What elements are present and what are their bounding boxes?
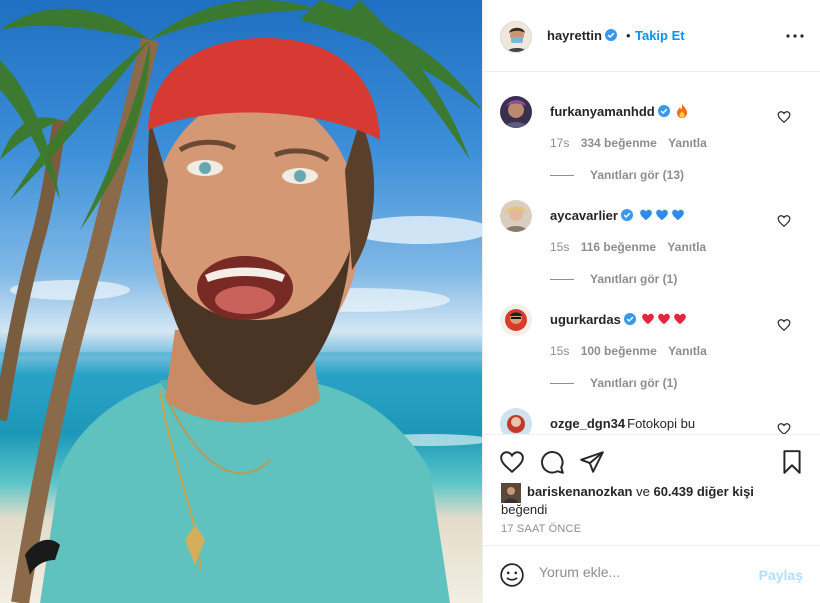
add-comment-bar: Paylaş	[483, 545, 820, 603]
verified-badge-icon	[620, 209, 633, 221]
red-heart-emoji-icon	[658, 313, 671, 325]
likes-others-link[interactable]: 60.439 diğer kişi	[653, 484, 753, 499]
blue-heart-emoji-icon	[655, 209, 668, 221]
comment-line: furkanyamanhdd	[550, 104, 689, 119]
follow-button[interactable]: Takip Et	[635, 28, 685, 43]
comment-like-heart-icon[interactable]	[777, 318, 791, 332]
comment-likes[interactable]: 334 beğenme	[581, 136, 657, 150]
comment-meta: 15s 116 beğenme Yanıtla	[550, 240, 714, 254]
share-send-icon[interactable]	[579, 449, 605, 475]
author-username[interactable]: hayrettin	[547, 28, 617, 43]
view-replies-button[interactable]: Yanıtları gör (13)	[550, 168, 684, 182]
comment-meta: 17s 334 beğenme Yanıtla	[550, 136, 715, 150]
commenter-avatar[interactable]	[500, 304, 532, 336]
view-replies-button[interactable]: Yanıtları gör (1)	[550, 376, 677, 390]
comment-like-heart-icon[interactable]	[777, 110, 791, 124]
post-timestamp[interactable]: 17 SAAT ÖNCE	[501, 523, 581, 535]
verified-badge-icon	[604, 29, 617, 41]
likes-connector: ve	[632, 484, 654, 499]
comment-line: aycavarlier	[550, 208, 685, 223]
comment-time[interactable]: 17s	[550, 136, 569, 150]
post-side-panel: hayrettin • Takip Et furkanyamanhdd 17s …	[482, 0, 820, 603]
post-comment-button[interactable]: Paylaş	[759, 567, 803, 583]
header-separator: •	[626, 28, 631, 43]
view-replies-label: Yanıtları gör (1)	[590, 272, 678, 286]
view-replies-label: Yanıtları gör (13)	[590, 168, 685, 182]
post-photo-illustration	[0, 0, 482, 603]
post-header: hayrettin • Takip Et	[483, 0, 820, 72]
save-bookmark-icon[interactable]	[779, 449, 805, 475]
likes-suffix: beğendi	[501, 502, 548, 517]
replies-dash	[550, 383, 574, 385]
post-actions: bariskenanozkan ve 60.439 diğer kişi beğ…	[483, 434, 820, 544]
likes-summary: bariskenanozkan ve 60.439 diğer kişi beğ…	[501, 483, 801, 519]
comment-time[interactable]: 15s	[550, 240, 569, 254]
comment-likes[interactable]: 116 beğenme	[581, 240, 656, 254]
comment-input[interactable]	[539, 564, 739, 580]
reply-button[interactable]: Yanıtla	[668, 344, 707, 358]
fire-emoji-icon	[677, 104, 688, 118]
replies-dash	[550, 279, 574, 281]
comment-bubble-icon[interactable]	[539, 449, 565, 475]
comment-likes[interactable]: 100 beğenme	[581, 344, 657, 358]
comment-line: ugurkardas	[550, 312, 687, 327]
comment-username[interactable]: furkanyamanhdd	[550, 104, 655, 119]
view-replies-label: Yanıtları gör (1)	[590, 376, 678, 390]
commenter-avatar[interactable]	[500, 408, 532, 434]
red-heart-emoji-icon	[642, 313, 655, 325]
comment-line: ozge_dgn34 Fotokopi bu	[550, 416, 695, 431]
liker-username[interactable]: bariskenanozkan	[527, 484, 633, 499]
comment-username[interactable]: aycavarlier	[550, 208, 618, 223]
commenter-avatar[interactable]	[500, 200, 532, 232]
replies-dash	[550, 175, 574, 177]
comment-time[interactable]: 15s	[550, 344, 569, 358]
reply-button[interactable]: Yanıtla	[667, 240, 706, 254]
comments-list[interactable]: furkanyamanhdd 17s 334 beğenme Yanıtla Y…	[483, 72, 820, 434]
liker-avatar[interactable]	[501, 483, 521, 503]
verified-badge-icon	[623, 313, 636, 325]
emoji-smile-icon[interactable]	[499, 562, 525, 588]
view-replies-button[interactable]: Yanıtları gör (1)	[550, 272, 677, 286]
comment-like-heart-icon[interactable]	[777, 422, 791, 434]
commenter-avatar[interactable]	[500, 96, 532, 128]
post-photo[interactable]	[0, 0, 482, 603]
comment-username[interactable]: ozge_dgn34	[550, 416, 625, 431]
comment-username[interactable]: ugurkardas	[550, 312, 621, 327]
comment-text: Fotokopi bu	[627, 416, 696, 431]
verified-badge-icon	[657, 105, 670, 117]
author-avatar[interactable]	[500, 21, 532, 53]
more-horizontal-icon[interactable]	[783, 24, 807, 48]
blue-heart-emoji-icon	[639, 209, 652, 221]
like-heart-icon[interactable]	[499, 449, 525, 475]
reply-button[interactable]: Yanıtla	[668, 136, 707, 150]
comment-like-heart-icon[interactable]	[777, 214, 791, 228]
comment-meta: 15s 100 beğenme Yanıtla	[550, 344, 715, 358]
blue-heart-emoji-icon	[671, 209, 684, 221]
red-heart-emoji-icon	[674, 313, 687, 325]
